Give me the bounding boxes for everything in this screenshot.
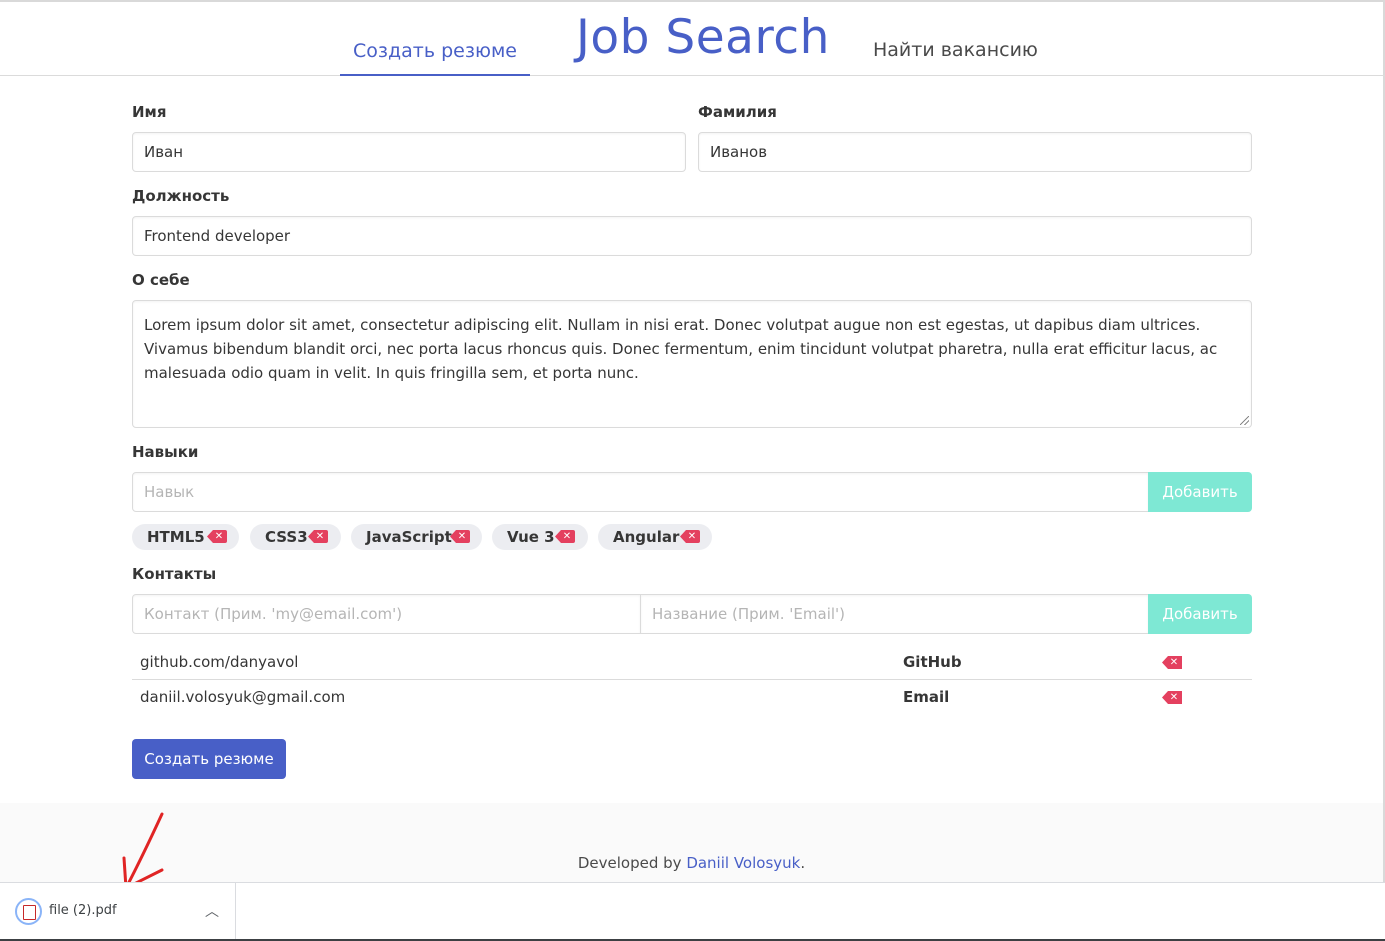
- footer: Developed by Daniil Volosyuk.: [0, 803, 1383, 883]
- skill-tag: Angular ✕: [598, 524, 712, 550]
- first-name-input[interactable]: Иван: [132, 132, 686, 172]
- delete-contact-icon[interactable]: ✕: [1162, 656, 1182, 669]
- remove-tag-icon[interactable]: ✕: [308, 530, 328, 543]
- footer-suffix: .: [800, 854, 806, 872]
- remove-tag-icon[interactable]: ✕: [680, 530, 700, 543]
- footer-text: Developed by Daniil Volosyuk.: [0, 854, 1383, 872]
- skill-tag-label: HTML5: [147, 528, 205, 546]
- skill-tag-label: CSS3: [265, 528, 308, 546]
- about-label: О себе: [132, 271, 190, 289]
- skill-tag-label: Vue 3: [507, 528, 555, 546]
- about-textarea[interactable]: Lorem ipsum dolor sit amet, consectetur …: [132, 300, 1252, 428]
- delete-contact-icon[interactable]: ✕: [1162, 691, 1182, 704]
- contact-value: github.com/danyavol: [140, 653, 299, 671]
- app-logo[interactable]: Job Search: [576, 10, 830, 65]
- last-name-input[interactable]: Иванов: [698, 132, 1252, 172]
- contacts-label: Контакты: [132, 565, 217, 583]
- remove-tag-icon[interactable]: ✕: [555, 530, 575, 543]
- resize-grip-icon[interactable]: [1240, 416, 1249, 425]
- header-nav: Создать резюме Job Search Найти вакансию: [0, 2, 1385, 76]
- remove-tag-icon[interactable]: ✕: [450, 530, 470, 543]
- author-link[interactable]: Daniil Volosyuk: [686, 854, 800, 872]
- contact-row: daniil.volosyuk@gmail.com Email ✕: [132, 680, 1252, 715]
- footer-prefix: Developed by: [577, 854, 687, 872]
- contact-value: daniil.volosyuk@gmail.com: [140, 688, 346, 706]
- skill-tag-label: JavaScript: [366, 528, 452, 546]
- download-item[interactable]: file (2).pdf ︿: [0, 883, 236, 941]
- skill-tag-label: Angular: [613, 528, 680, 546]
- last-name-label: Фамилия: [698, 103, 777, 121]
- add-skill-button[interactable]: Добавить: [1148, 472, 1252, 512]
- about-text: Lorem ipsum dolor sit amet, consectetur …: [144, 316, 1218, 382]
- skill-tag: HTML5 ✕: [132, 524, 239, 550]
- pdf-file-icon: [15, 898, 42, 925]
- skill-tag: Vue 3 ✕: [492, 524, 588, 550]
- contact-name: GitHub: [903, 653, 962, 671]
- create-resume-button[interactable]: Создать резюме: [132, 739, 286, 779]
- first-name-label: Имя: [132, 103, 167, 121]
- skill-tag: CSS3 ✕: [250, 524, 341, 550]
- contact-input[interactable]: Контакт (Прим. 'my@email.com'): [132, 594, 641, 634]
- contact-name-input[interactable]: Название (Прим. 'Email'): [640, 594, 1149, 634]
- remove-tag-icon[interactable]: ✕: [207, 530, 227, 543]
- position-label: Должность: [132, 187, 230, 205]
- skill-input[interactable]: Навык: [132, 472, 1149, 512]
- download-file-name: file (2).pdf: [49, 903, 117, 918]
- download-bar: file (2).pdf ︿: [0, 882, 1385, 941]
- tab-create-resume[interactable]: Создать резюме: [340, 2, 530, 76]
- skill-tag: JavaScript ✕: [351, 524, 482, 550]
- position-input[interactable]: Frontend developer: [132, 216, 1252, 256]
- add-contact-button[interactable]: Добавить: [1148, 594, 1252, 634]
- contact-row: github.com/danyavol GitHub ✕: [132, 645, 1252, 680]
- tab-find-vacancy[interactable]: Найти вакансию: [873, 39, 1038, 61]
- chevron-up-icon[interactable]: ︿: [205, 901, 219, 921]
- skills-label: Навыки: [132, 443, 199, 461]
- contact-name: Email: [903, 688, 950, 706]
